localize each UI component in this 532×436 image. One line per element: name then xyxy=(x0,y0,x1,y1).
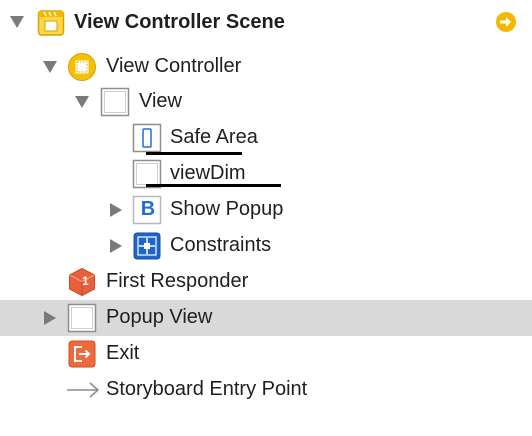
safe-area-label: Safe Area xyxy=(170,126,258,148)
outline-row-exit[interactable]: Exit xyxy=(0,336,532,372)
annotation-underline xyxy=(146,152,242,155)
constraints-icon xyxy=(133,232,161,260)
annotation-underline xyxy=(146,184,281,187)
first-responder-badge: 1 xyxy=(82,274,89,288)
outline-row-entry-point[interactable]: Storyboard Entry Point xyxy=(0,372,532,408)
view-icon xyxy=(100,87,130,117)
outline-row-first-responder[interactable]: 1 First Responder xyxy=(0,264,532,300)
scene-title: View Controller Scene xyxy=(74,11,285,33)
view-label: View xyxy=(139,90,182,112)
outline-row-show-popup[interactable]: B Show Popup xyxy=(0,192,532,228)
button-icon-glyph: B xyxy=(140,198,156,220)
outline-row-scene[interactable]: View Controller Scene xyxy=(0,4,532,40)
disclosure-collapsed-icon[interactable] xyxy=(44,311,56,325)
outline-row-view-controller[interactable]: View Controller xyxy=(0,49,532,85)
entry-point-arrow-icon xyxy=(67,382,100,398)
view-controller-label: View Controller xyxy=(106,55,242,77)
view-controller-icon xyxy=(68,53,96,81)
disclosure-collapsed-icon[interactable] xyxy=(110,239,122,253)
disclosure-collapsed-icon[interactable] xyxy=(110,203,122,217)
entry-point-label: Storyboard Entry Point xyxy=(106,378,308,400)
disclosure-expanded-icon[interactable] xyxy=(43,61,57,73)
show-popup-label: Show Popup xyxy=(170,198,284,220)
popup-view-label: Popup View xyxy=(106,306,213,328)
disclosure-expanded-icon[interactable] xyxy=(10,16,24,28)
outline-row-view[interactable]: View xyxy=(0,84,532,120)
exit-icon xyxy=(68,340,96,368)
outline-row-constraints[interactable]: Constraints xyxy=(0,228,532,264)
constraints-label: Constraints xyxy=(170,234,272,256)
scene-icon xyxy=(37,10,65,36)
safe-area-icon xyxy=(132,123,162,153)
outline-row-popup-view[interactable]: Popup View xyxy=(0,300,532,336)
view-dim-label: viewDim xyxy=(170,162,246,184)
outline-row-view-dim[interactable]: viewDim xyxy=(0,156,532,192)
first-responder-label: First Responder xyxy=(106,270,249,292)
exit-label: Exit xyxy=(106,342,140,364)
view-icon xyxy=(67,303,97,333)
outline-row-safe-area[interactable]: Safe Area xyxy=(0,120,532,156)
scene-navigate-arrow-icon[interactable] xyxy=(495,11,517,33)
disclosure-expanded-icon[interactable] xyxy=(75,96,89,108)
